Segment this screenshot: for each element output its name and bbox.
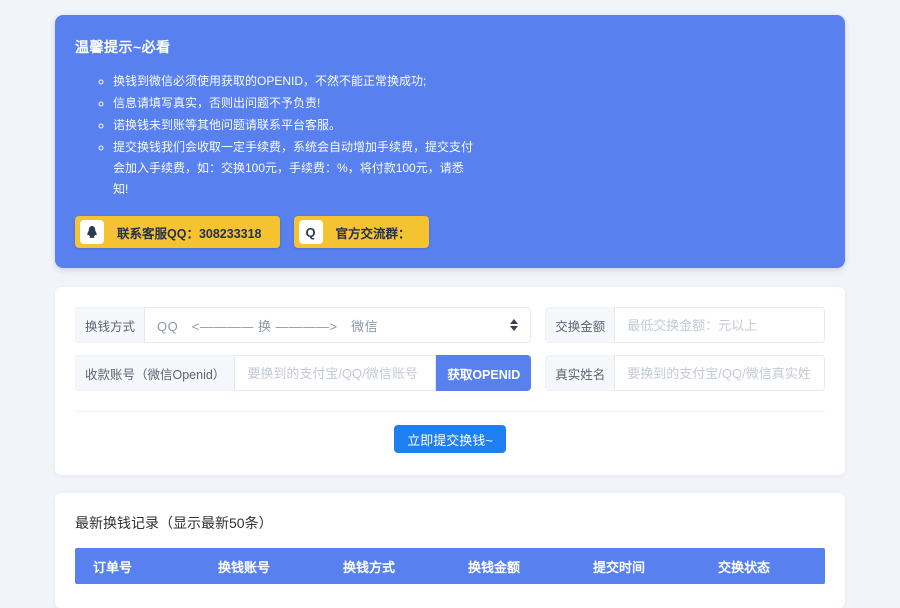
- notice-item: 信息请填写真实，否则出问题不予负责!: [113, 93, 475, 114]
- records-title: 最新换钱记录（显示最新50条）: [75, 513, 825, 533]
- notice-title: 温馨提示~必看: [75, 37, 825, 57]
- column-header-status: 交换状态: [700, 557, 825, 576]
- form-divider: [75, 411, 825, 412]
- real-name-row: 真实姓名: [545, 355, 825, 391]
- contact-qq-label: 联系客服QQ：308233318: [117, 223, 262, 242]
- form-grid: 换钱方式 QQ <———— 换 ————> 微信 交换金额 收款账号（微信Ope…: [75, 307, 825, 391]
- official-group-button[interactable]: Q 官方交流群：: [294, 216, 429, 248]
- column-header-submit-time: 提交时间: [575, 557, 700, 576]
- contact-qq-button[interactable]: 联系客服QQ：308233318: [75, 216, 280, 248]
- exchange-method-label: 换钱方式: [75, 307, 144, 343]
- q-letter-icon: Q: [299, 220, 323, 244]
- contact-button-row: 联系客服QQ：308233318 Q 官方交流群：: [75, 216, 825, 248]
- exchange-method-value: QQ <———— 换 ————> 微信: [157, 316, 510, 335]
- notice-banner: 温馨提示~必看 换钱到微信必须使用获取的OPENID，不然不能正常换成功; 信息…: [55, 15, 845, 268]
- official-group-label: 官方交流群：: [336, 223, 411, 242]
- exchange-method-row: 换钱方式 QQ <———— 换 ————> 微信: [75, 307, 531, 343]
- column-header-order-id: 订单号: [75, 557, 200, 576]
- exchange-amount-row: 交换金额: [545, 307, 825, 343]
- column-header-amount: 换钱金额: [450, 557, 575, 576]
- column-header-method: 换钱方式: [325, 557, 450, 576]
- notice-item: 换钱到微信必须使用获取的OPENID，不然不能正常换成功;: [113, 71, 475, 92]
- exchange-method-select[interactable]: QQ <———— 换 ————> 微信: [144, 307, 531, 343]
- real-name-label: 真实姓名: [545, 355, 614, 391]
- notice-item: 提交换钱我们会收取一定手续费，系统会自动增加手续费，提交支付会加入手续费，如：交…: [113, 137, 475, 200]
- notice-item: 诺换钱未到账等其他问题请联系平台客服。: [113, 115, 475, 136]
- submit-row: 立即提交换钱~: [75, 425, 825, 453]
- receive-account-row: 收款账号（微信Openid） 获取OPENID: [75, 355, 531, 391]
- get-openid-button[interactable]: 获取OPENID: [436, 355, 531, 391]
- records-card: 最新换钱记录（显示最新50条） 订单号 换钱账号 换钱方式 换钱金额 提交时间 …: [55, 493, 845, 608]
- receive-account-label: 收款账号（微信Openid）: [75, 355, 234, 391]
- qq-penguin-icon: [80, 220, 104, 244]
- exchange-form-card: 换钱方式 QQ <———— 换 ————> 微信 交换金额 收款账号（微信Ope…: [55, 287, 845, 475]
- real-name-input[interactable]: [614, 355, 825, 391]
- select-updown-arrows-icon: [510, 319, 518, 331]
- exchange-amount-label: 交换金额: [545, 307, 614, 343]
- records-table-header: 订单号 换钱账号 换钱方式 换钱金额 提交时间 交换状态: [75, 548, 825, 584]
- notice-list: 换钱到微信必须使用获取的OPENID，不然不能正常换成功; 信息请填写真实，否则…: [75, 71, 475, 200]
- column-header-account: 换钱账号: [200, 557, 325, 576]
- submit-exchange-button[interactable]: 立即提交换钱~: [394, 425, 506, 453]
- page: 温馨提示~必看 换钱到微信必须使用获取的OPENID，不然不能正常换成功; 信息…: [0, 0, 900, 608]
- receive-account-input[interactable]: [234, 355, 436, 391]
- exchange-amount-input[interactable]: [614, 307, 825, 343]
